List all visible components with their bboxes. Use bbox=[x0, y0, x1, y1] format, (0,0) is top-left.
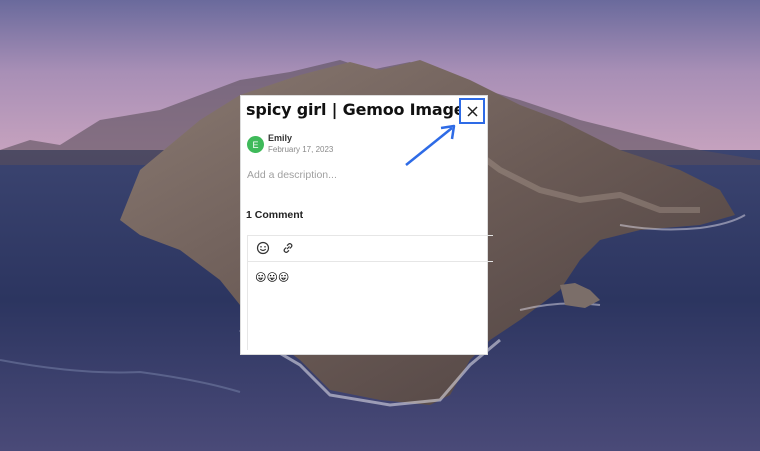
comment-toolbar bbox=[248, 236, 493, 262]
comments-heading: 1 Comment bbox=[246, 209, 304, 221]
comment-editor[interactable]: 😛😛😛 bbox=[247, 235, 493, 350]
avatar: E bbox=[247, 136, 264, 153]
post-date: February 17, 2023 bbox=[268, 145, 334, 154]
close-button[interactable] bbox=[459, 98, 485, 124]
link-icon[interactable] bbox=[281, 241, 295, 255]
description-input[interactable]: Add a description... bbox=[247, 169, 337, 181]
author-name: Emily bbox=[268, 133, 293, 143]
comment-text: 😛😛😛 bbox=[255, 272, 290, 284]
emoji-icon[interactable] bbox=[256, 241, 270, 255]
image-detail-card: spicy girl | Gemoo Image E Emily Februar… bbox=[240, 95, 493, 355]
close-icon bbox=[466, 105, 478, 117]
image-title: spicy girl | Gemoo Image bbox=[246, 100, 465, 119]
